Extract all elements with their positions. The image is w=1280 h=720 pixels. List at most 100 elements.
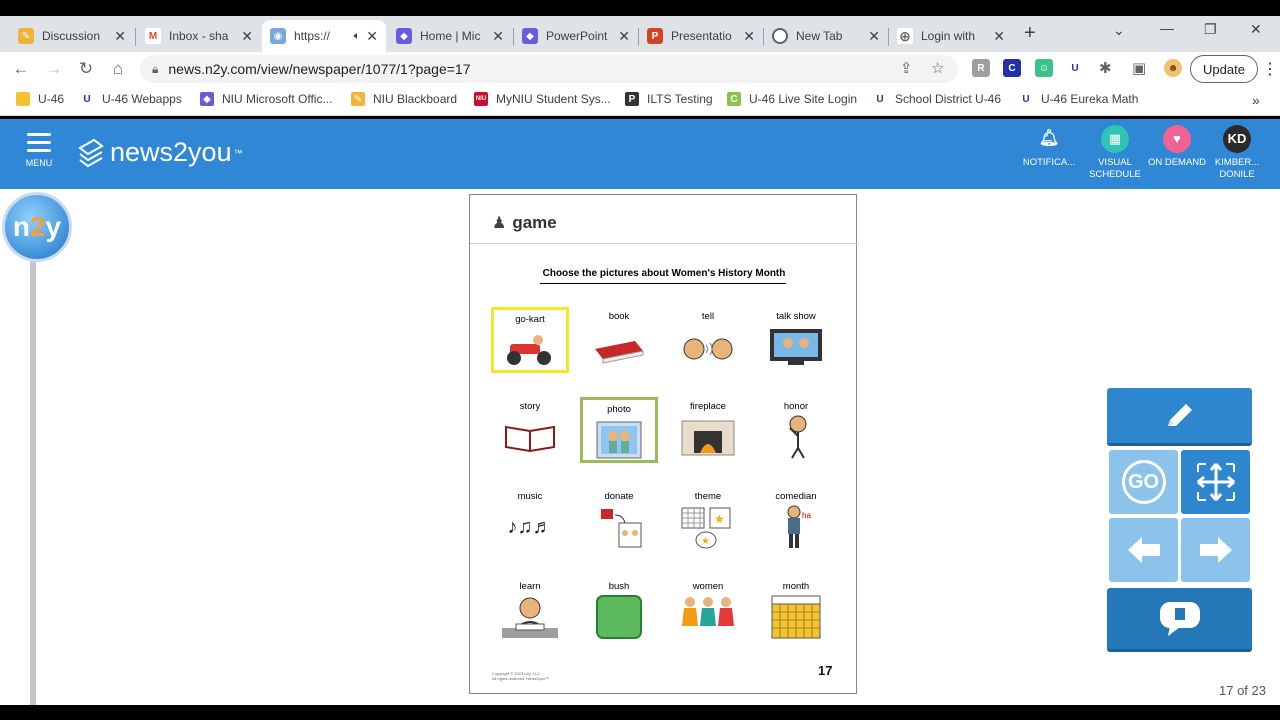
niu-icon: NIU [474,92,488,106]
close-icon[interactable]: ✕ [492,28,504,45]
on-demand-button[interactable]: ♥ ON DEMAND [1147,125,1207,169]
update-button[interactable]: Update [1190,55,1258,83]
choice-label: month [782,581,810,592]
choice-women[interactable]: women [669,577,747,643]
bookmark-star-icon[interactable]: ☆ [931,59,944,77]
activity-title: Choose the pictures about Women's Histor… [542,268,786,279]
svg-text:★: ★ [701,536,710,547]
c-icon: C [727,92,741,106]
pencil-icon: ✎ [18,28,34,44]
svg-text:ha: ha [802,511,811,520]
move-button[interactable] [1181,450,1250,514]
tab-login[interactable]: ⊕ Login with ✕ [889,20,1013,52]
bookmark-eureka[interactable]: U U-46 Eureka Math [1019,92,1138,106]
choice-honor[interactable]: honor [757,397,835,463]
sidepanel-icon[interactable]: ▣ [1132,59,1146,77]
tab-powerpoint[interactable]: ◆ PowerPoint ✕ [514,20,638,52]
notifications-button[interactable]: 🔔︎ NOTIFICA... [1019,125,1079,169]
kebab-menu-icon[interactable]: ⋮ [1262,59,1278,79]
choice-fireplace[interactable]: fireplace [669,397,747,463]
notifications-label: NOTIFICA... [1022,157,1076,168]
choice-go-kart[interactable]: go-kart [491,307,569,373]
previous-page-button[interactable] [1109,518,1178,582]
bookmarks-overflow-icon[interactable]: » [1252,92,1260,108]
choice-bush[interactable]: bush [580,577,658,643]
tab-n2y-active[interactable]: ◉ https:// 🔈︎ ✕ [262,20,386,52]
address-bar[interactable]: 🔒︎ news.n2y.com/view/newspaper/1077/1?pa… [140,55,958,83]
n2y-badge[interactable]: n2y [2,192,72,262]
choice-label: learn [519,581,541,592]
visual-schedule-button[interactable]: ▦ VISUAL SCHEDULE [1085,125,1145,181]
close-icon[interactable]: ✕ [114,28,126,45]
bookmark-niu-office[interactable]: ◆ NIU Microsoft Offic... [200,92,332,106]
choice-story[interactable]: story [491,397,569,463]
forward-arrow-icon[interactable]: → [43,58,65,80]
next-page-button[interactable] [1181,518,1250,582]
bookmark-myniu[interactable]: NIU MyNIU Student Sys... [474,92,611,106]
puzzle-icon[interactable]: ✱ [1099,59,1112,77]
folder-icon [16,92,30,106]
tab-home-microsoft[interactable]: ◆ Home | Mic ✕ [388,20,512,52]
close-icon[interactable]: ✕ [618,28,630,45]
choice-photo[interactable]: photo [580,397,658,463]
choice-tell[interactable]: tell [669,307,747,373]
title-underline [540,283,786,284]
page-heading: ♟︎ game [492,213,557,233]
close-icon[interactable]: ✕ [241,28,253,45]
tell-icon [680,326,736,368]
choice-comedian[interactable]: comedian ha [757,487,835,553]
bookmark-label: MyNIU Student Sys... [496,92,611,106]
tab-presentation[interactable]: P Presentatio ✕ [639,20,763,52]
choice-donate[interactable]: donate [580,487,658,553]
tab-title: Home | Mic [420,29,481,43]
bookmark-ilts[interactable]: P ILTS Testing [625,92,713,106]
share-icon[interactable]: ⇪ [900,59,913,77]
go-button[interactable]: GO [1109,450,1178,514]
home-icon[interactable]: ⌂ [107,58,129,80]
u46-icon: U [83,93,91,105]
tab-new-tab[interactable]: New Tab ✕ [764,20,888,52]
choice-label: go-kart [515,314,545,325]
profile-avatar-icon[interactable]: ☻ [1164,59,1182,77]
chevron-down-icon[interactable]: ⌄ [1113,22,1125,39]
minimize-icon[interactable]: — [1160,20,1174,36]
extension-icon[interactable]: R [972,59,990,77]
close-icon[interactable]: ✕ [993,28,1005,45]
choice-music[interactable]: music ♪♫♬ [491,487,569,553]
restore-icon[interactable]: ❐ [1204,21,1217,38]
choice-label: donate [604,491,634,502]
bookmark-label: U-46 Eureka Math [1041,92,1139,106]
copilot-icon: ◆ [522,28,538,44]
new-tab-plus-icon[interactable]: + [1024,22,1036,45]
chat-button[interactable] [1107,588,1252,652]
user-account-button[interactable]: KD KIMBER... DONILE [1207,125,1267,181]
extension-c-icon[interactable]: C [1003,59,1021,77]
close-icon[interactable]: ✕ [743,28,755,45]
tab-inbox[interactable]: M Inbox - sha ✕ [137,20,261,52]
news2you-logo[interactable]: news2you ™ [78,137,243,168]
bookmark-u46-webapps[interactable]: U U-46 Webapps [80,92,181,106]
menu-button[interactable]: MENU [22,133,56,177]
choice-theme[interactable]: theme ★ ★ [669,487,747,553]
back-arrow-icon[interactable]: ← [10,58,32,80]
extension-face-icon[interactable]: ☺ [1035,59,1053,77]
extension-u46-icon[interactable]: U [1066,59,1084,77]
tab-discussion[interactable]: ✎ Discussion ✕ [10,20,134,52]
reload-icon[interactable]: ↻ [75,58,97,80]
bookmark-niu-blackboard[interactable]: ✎ NIU Blackboard [351,92,457,106]
bookmark-u46[interactable]: U-46 [16,92,64,106]
choice-book[interactable]: book [580,307,658,373]
choice-learn[interactable]: learn [491,577,569,643]
left-arrow-icon [1127,537,1160,563]
powerpoint-icon: P [647,28,663,44]
bookmark-u46-live[interactable]: C U-46 Live Site Login [727,92,857,106]
choice-talk-show[interactable]: talk show [757,307,835,373]
pencil-tool-button[interactable] [1107,388,1252,446]
bookmark-school-district[interactable]: U School District U-46 [873,92,1001,106]
window-close-icon[interactable]: ✕ [1250,21,1262,38]
right-arrow-icon [1199,537,1232,563]
close-icon[interactable]: ✕ [366,28,378,45]
speaker-icon[interactable]: 🔈︎ [354,30,361,43]
close-icon[interactable]: ✕ [868,28,880,45]
choice-month[interactable]: month [757,577,835,643]
